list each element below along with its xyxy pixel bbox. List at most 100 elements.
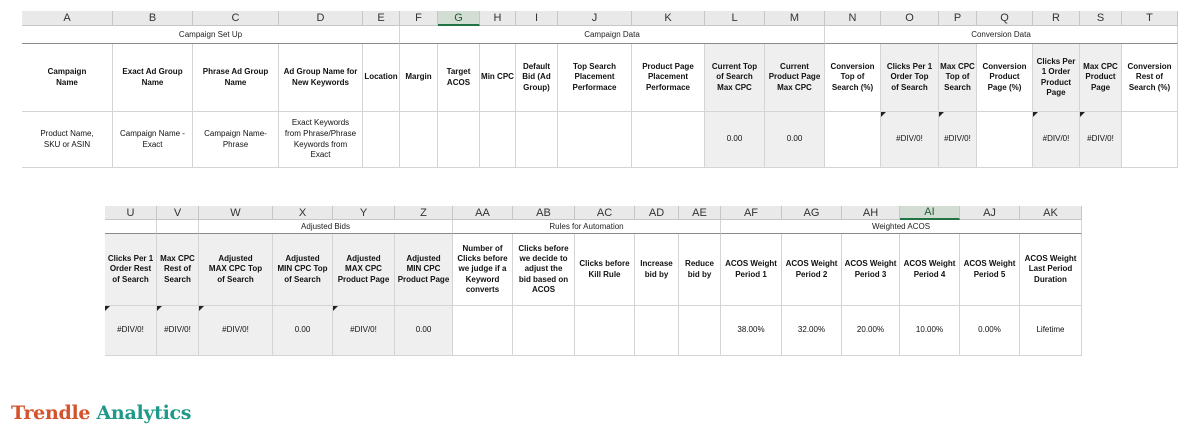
value-cell-v[interactable]: #DIV/0!	[157, 306, 199, 356]
header-cell-q[interactable]: Conversion Product Page (%)	[977, 44, 1033, 112]
value-cell-k[interactable]	[632, 112, 705, 168]
header-cell-h[interactable]: Min CPC	[480, 44, 516, 112]
header-cell-k[interactable]: Product Page Placement Performace	[632, 44, 705, 112]
value-cell-p[interactable]: #DIV/0!	[939, 112, 977, 168]
column-header-k[interactable]: K	[632, 11, 705, 26]
column-header-x[interactable]: X	[273, 206, 333, 220]
column-header-l[interactable]: L	[705, 11, 765, 26]
value-cell-ab[interactable]	[513, 306, 575, 356]
header-cell-ag[interactable]: ACOS Weight Period 2	[782, 234, 842, 306]
header-cell-o[interactable]: Clicks Per 1 Order Top of Search	[881, 44, 939, 112]
header-cell-n[interactable]: Conversion Top of Search (%)	[825, 44, 881, 112]
header-cell-ai[interactable]: ACOS Weight Period 4	[900, 234, 960, 306]
header-cell-m[interactable]: Current Product Page Max CPC	[765, 44, 825, 112]
header-cell-u[interactable]: Clicks Per 1 Order Rest of Search	[105, 234, 157, 306]
column-header-ab[interactable]: AB	[513, 206, 575, 220]
header-cell-l[interactable]: Current Top of Search Max CPC	[705, 44, 765, 112]
column-header-z[interactable]: Z	[395, 206, 453, 220]
value-cell-aj[interactable]: 0.00%	[960, 306, 1020, 356]
header-cell-ah[interactable]: ACOS Weight Period 3	[842, 234, 900, 306]
value-cell-h[interactable]	[480, 112, 516, 168]
column-header-u[interactable]: U	[105, 206, 157, 220]
header-cell-f[interactable]: Margin	[400, 44, 438, 112]
column-header-y[interactable]: Y	[333, 206, 395, 220]
header-cell-r[interactable]: Clicks Per 1 Order Product Page	[1033, 44, 1080, 112]
value-cell-y[interactable]: #DIV/0!	[333, 306, 395, 356]
value-cell-m[interactable]: 0.00	[765, 112, 825, 168]
column-header-s[interactable]: S	[1080, 11, 1122, 26]
column-header-j[interactable]: J	[558, 11, 632, 26]
group-header[interactable]: Conversion Data	[825, 26, 1178, 44]
header-cell-z[interactable]: Adjusted MIN CPC Product Page	[395, 234, 453, 306]
value-cell-ae[interactable]	[679, 306, 721, 356]
group-cell-empty[interactable]	[105, 220, 157, 234]
value-cell-w[interactable]: #DIV/0!	[199, 306, 273, 356]
value-cell-a[interactable]: Product Name, SKU or ASIN	[22, 112, 113, 168]
header-cell-g[interactable]: Target ACOS	[438, 44, 480, 112]
value-cell-b[interactable]: Campaign Name - Exact	[113, 112, 193, 168]
value-cell-g[interactable]	[438, 112, 480, 168]
header-cell-i[interactable]: Default Bid (Ad Group)	[516, 44, 558, 112]
column-header-i[interactable]: I	[516, 11, 558, 26]
column-header-aj[interactable]: AJ	[960, 206, 1020, 220]
column-header-ah[interactable]: AH	[842, 206, 900, 220]
column-header-o[interactable]: O	[881, 11, 939, 26]
value-cell-ac[interactable]	[575, 306, 635, 356]
value-cell-aa[interactable]	[453, 306, 513, 356]
header-cell-aa[interactable]: Number of Clicks before we judge if a Ke…	[453, 234, 513, 306]
column-header-t[interactable]: T	[1122, 11, 1178, 26]
value-cell-f[interactable]	[400, 112, 438, 168]
value-cell-u[interactable]: #DIV/0!	[105, 306, 157, 356]
group-header[interactable]: Rules for Automation	[453, 220, 721, 234]
header-cell-ac[interactable]: Clicks before Kill Rule	[575, 234, 635, 306]
header-cell-b[interactable]: Exact Ad Group Name	[113, 44, 193, 112]
value-cell-ak[interactable]: Lifetime	[1020, 306, 1082, 356]
column-header-ac[interactable]: AC	[575, 206, 635, 220]
header-cell-y[interactable]: Adjusted MAX CPC Product Page	[333, 234, 395, 306]
value-cell-s[interactable]: #DIV/0!	[1080, 112, 1122, 168]
value-cell-e[interactable]	[363, 112, 400, 168]
column-header-n[interactable]: N	[825, 11, 881, 26]
group-header[interactable]: Campaign Set Up	[22, 26, 400, 44]
header-cell-w[interactable]: Adjusted MAX CPC Top of Search	[199, 234, 273, 306]
header-cell-v[interactable]: Max CPC Rest of Search	[157, 234, 199, 306]
value-cell-q[interactable]	[977, 112, 1033, 168]
header-cell-ak[interactable]: ACOS Weight Last Period Duration	[1020, 234, 1082, 306]
value-cell-c[interactable]: Campaign Name- Phrase	[193, 112, 279, 168]
column-header-ag[interactable]: AG	[782, 206, 842, 220]
value-cell-j[interactable]	[558, 112, 632, 168]
value-cell-ai[interactable]: 10.00%	[900, 306, 960, 356]
column-header-r[interactable]: R	[1033, 11, 1080, 26]
group-header[interactable]: Campaign Data	[400, 26, 825, 44]
column-header-a[interactable]: A	[22, 11, 113, 26]
value-cell-ad[interactable]	[635, 306, 679, 356]
value-cell-t[interactable]	[1122, 112, 1178, 168]
header-cell-aj[interactable]: ACOS Weight Period 5	[960, 234, 1020, 306]
header-cell-af[interactable]: ACOS Weight Period 1	[721, 234, 782, 306]
value-cell-af[interactable]: 38.00%	[721, 306, 782, 356]
value-cell-i[interactable]	[516, 112, 558, 168]
column-header-v[interactable]: V	[157, 206, 199, 220]
value-cell-o[interactable]: #DIV/0!	[881, 112, 939, 168]
header-cell-ae[interactable]: Reduce bid by	[679, 234, 721, 306]
column-header-p[interactable]: P	[939, 11, 977, 26]
column-header-w[interactable]: W	[199, 206, 273, 220]
column-header-ak[interactable]: AK	[1020, 206, 1082, 220]
group-header[interactable]: Adjusted Bids	[199, 220, 453, 234]
column-header-m[interactable]: M	[765, 11, 825, 26]
value-cell-x[interactable]: 0.00	[273, 306, 333, 356]
value-cell-d[interactable]: Exact Keywords from Phrase/Phrase Keywor…	[279, 112, 363, 168]
value-cell-r[interactable]: #DIV/0!	[1033, 112, 1080, 168]
column-header-af[interactable]: AF	[721, 206, 782, 220]
value-cell-n[interactable]	[825, 112, 881, 168]
column-header-ae[interactable]: AE	[679, 206, 721, 220]
column-header-ai[interactable]: AI	[900, 206, 960, 220]
header-cell-p[interactable]: Max CPC Top of Search	[939, 44, 977, 112]
column-header-ad[interactable]: AD	[635, 206, 679, 220]
header-cell-c[interactable]: Phrase Ad Group Name	[193, 44, 279, 112]
column-header-c[interactable]: C	[193, 11, 279, 26]
column-header-aa[interactable]: AA	[453, 206, 513, 220]
header-cell-x[interactable]: Adjusted MIN CPC Top of Search	[273, 234, 333, 306]
value-cell-z[interactable]: 0.00	[395, 306, 453, 356]
value-cell-ag[interactable]: 32.00%	[782, 306, 842, 356]
